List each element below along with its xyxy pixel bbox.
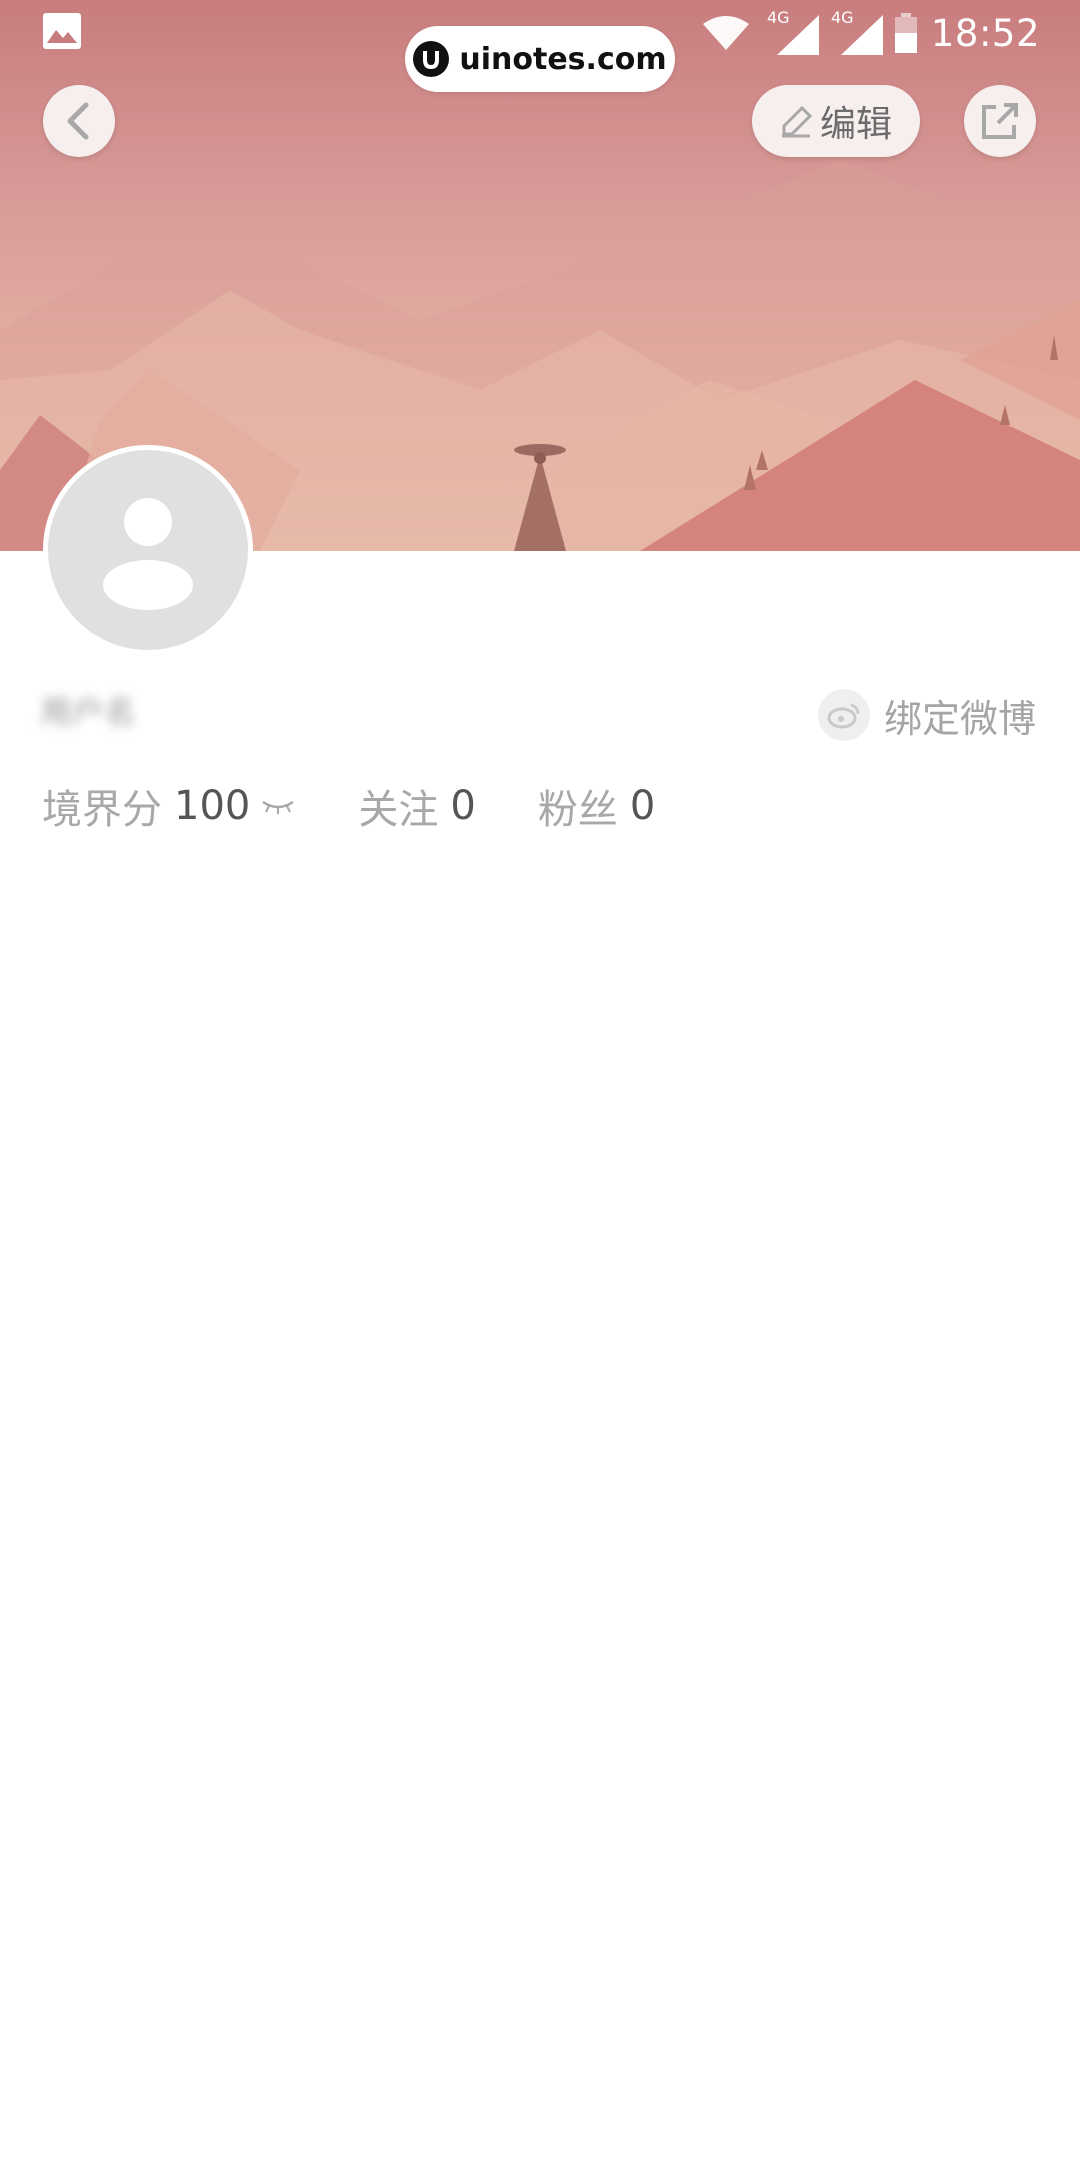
fans-value: 0	[629, 783, 656, 829]
realm-score-value: 100	[174, 783, 251, 829]
following-value: 0	[450, 783, 476, 829]
closed-eye-icon	[262, 800, 295, 814]
stat-realm-score[interactable]: 境界分 100	[42, 777, 296, 835]
status-time: 18:52	[930, 11, 1040, 55]
share-external-icon	[982, 103, 1018, 139]
svg-text:4G: 4G	[831, 11, 854, 27]
watermark-badge: uinotes.com	[405, 26, 675, 92]
status-indicators: 4G 4G 18:52	[702, 8, 1040, 58]
share-button[interactable]	[964, 85, 1036, 157]
edit-label: 编辑	[819, 104, 892, 145]
stat-fans[interactable]: 粉丝 0	[538, 777, 655, 835]
gallery-icon	[43, 13, 81, 49]
chevron-left-icon	[67, 102, 89, 140]
uinotes-logo-icon	[413, 41, 450, 77]
default-user-icon	[103, 498, 193, 610]
avatar[interactable]	[43, 445, 253, 655]
pencil-icon	[781, 105, 813, 138]
edit-profile-button[interactable]: 编辑	[752, 85, 920, 157]
svg-text:4G: 4G	[767, 11, 790, 27]
watermark-text: uinotes.com	[459, 41, 667, 77]
bind-weibo-label: 绑定微博	[883, 696, 1036, 741]
battery-icon	[894, 13, 917, 53]
following-label: 关注	[358, 787, 439, 833]
wifi-icon	[702, 16, 749, 50]
fans-label: 粉丝	[537, 787, 618, 833]
stat-following[interactable]: 关注 0	[358, 777, 475, 835]
realm-score-label: 境界分	[42, 787, 162, 833]
cellular-signal-icon-1: 4G	[767, 11, 819, 55]
cellular-signal-icon-2: 4G	[831, 11, 883, 55]
weibo-icon	[817, 689, 870, 741]
bind-weibo-button[interactable]: 绑定微博	[817, 688, 1036, 742]
profile-stats: 境界分 100 关注 0 粉丝 0	[42, 778, 655, 834]
back-button[interactable]	[43, 85, 115, 157]
username: 用户名	[40, 693, 137, 731]
